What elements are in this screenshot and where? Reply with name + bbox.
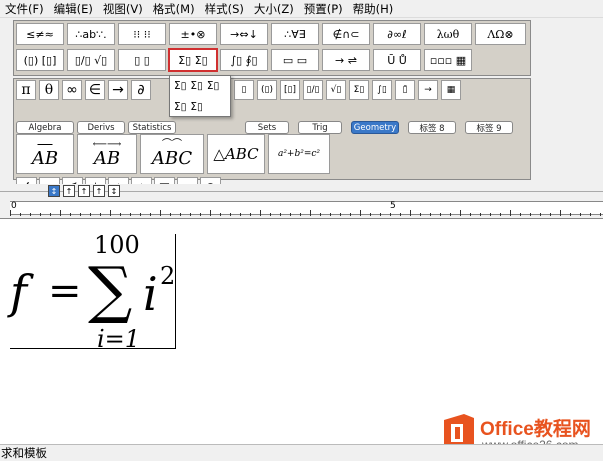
- template-pythagoras[interactable]: a²+b²=c²: [268, 134, 330, 174]
- tab-derivs[interactable]: Derivs: [77, 121, 125, 134]
- tab-label-9[interactable]: 标签 9: [465, 121, 513, 134]
- template-small-button-3[interactable]: [▯]: [280, 80, 300, 100]
- toolbar-divider: [0, 191, 603, 192]
- sum-template-option-2[interactable]: Σ▯: [190, 78, 202, 95]
- sets-palette-button[interactable]: ∉∩⊂: [322, 23, 370, 45]
- nav-collapse-button[interactable]: ↕: [108, 185, 120, 197]
- template-triangle-abc[interactable]: △ABC: [207, 134, 265, 174]
- template-small-button-7[interactable]: ∫▯: [372, 80, 392, 100]
- template-small-button-8[interactable]: ▯̄: [395, 80, 415, 100]
- template-small-button-9[interactable]: →: [418, 80, 438, 100]
- template-vector-ab[interactable]: ⟵⟶ AB: [77, 134, 137, 174]
- template-segment-ab[interactable]: ⎯⎯⎯ AB: [16, 134, 74, 174]
- matrices-palette-button[interactable]: ▫▫▫ ▦: [424, 49, 472, 71]
- menu-view[interactable]: 视图(V): [98, 0, 148, 18]
- equation-baseline-bar: [10, 348, 176, 349]
- tab-statistics[interactable]: Statistics: [128, 121, 176, 134]
- summation-palette-popup: Σ▯ Σ▯ Σ▯ Σ▯ Σ▯: [169, 75, 231, 117]
- template-vector-ab-label: AB: [93, 148, 121, 169]
- tab-geometry[interactable]: Geometry: [351, 121, 399, 134]
- menu-format[interactable]: 格式(M): [148, 0, 200, 18]
- products-palette-button[interactable]: Ū Ů: [373, 49, 421, 71]
- template-small-button-2[interactable]: (▯): [257, 80, 277, 100]
- summation-palette-button[interactable]: Σ▯ Σ▯: [168, 48, 218, 72]
- tab-label-8[interactable]: 标签 8: [408, 121, 456, 134]
- nav-expand-button[interactable]: ↕: [48, 185, 60, 197]
- subscripts-palette-button[interactable]: ▯ ▯: [118, 49, 166, 71]
- ruler-mark-0: 0: [11, 201, 17, 211]
- theta-symbol-button[interactable]: θ: [39, 80, 59, 100]
- nav-up-button-3[interactable]: ↑: [93, 185, 105, 197]
- labeled-arrows-palette-button[interactable]: → ⇌: [322, 49, 370, 71]
- equation-cursor-bar: [175, 234, 176, 349]
- right-arrow-symbol-button[interactable]: →: [108, 80, 128, 100]
- tab-sets[interactable]: Sets: [245, 121, 289, 134]
- sum-template-option-1[interactable]: Σ▯: [174, 78, 186, 95]
- template-small-button-1[interactable]: ▯: [234, 80, 254, 100]
- tab-algebra[interactable]: Algebra: [16, 121, 74, 134]
- ruler[interactable]: 0 5: [10, 201, 603, 216]
- status-text: 求和模板: [1, 446, 47, 460]
- embellishments-palette-button[interactable]: ⁝⁝ ⁝⁝: [118, 23, 166, 45]
- sum-template-option-3[interactable]: Σ▯: [207, 78, 219, 95]
- ruler-ticks: [10, 210, 601, 216]
- integrals-palette-button[interactable]: ∫▯ ∮▯: [220, 49, 268, 71]
- toolbar-area: ≤≠≈ ∴ab∵. ⁝⁝ ⁝⁝ ±•⊗ →⇔↓ ∴∀∃ ∉∩⊂ ∂∞ℓ λωθ …: [0, 18, 603, 197]
- sum-exponent: 2: [160, 262, 176, 290]
- pi-symbol-button[interactable]: π: [16, 80, 36, 100]
- fractions-palette-button[interactable]: ▯/▯ √▯: [67, 49, 115, 71]
- arrows-palette-button[interactable]: →⇔↓: [220, 23, 268, 45]
- template-small-button-6[interactable]: Σ▯: [349, 80, 369, 100]
- greek-lower-palette-button[interactable]: λωθ: [424, 23, 472, 45]
- fences-palette-button[interactable]: (▯) [▯]: [16, 49, 64, 71]
- template-small-button-10[interactable]: ▦: [441, 80, 461, 100]
- menu-preset[interactable]: 预置(P): [299, 0, 348, 18]
- menu-file[interactable]: 文件(F): [0, 0, 49, 18]
- menu-bar: 文件(F) 编辑(E) 视图(V) 格式(M) 样式(S) 大小(Z) 预置(P…: [0, 0, 603, 18]
- watermark-brand: Office教程网: [480, 419, 591, 440]
- sum-template-option-4[interactable]: Σ▯: [174, 99, 186, 116]
- ruler-mark-5: 5: [390, 201, 396, 211]
- sigma-symbol: ∑: [88, 253, 133, 326]
- bars-palette-button[interactable]: ▭ ▭: [271, 49, 319, 71]
- equation-equals: =: [48, 268, 82, 314]
- greek-upper-palette-button[interactable]: ΛΩ⊗: [475, 23, 526, 45]
- menu-style[interactable]: 样式(S): [200, 0, 249, 18]
- menu-help[interactable]: 帮助(H): [348, 0, 399, 18]
- relations-palette-button[interactable]: ≤≠≈: [16, 23, 64, 45]
- equation-lhs: f: [10, 265, 28, 319]
- nav-up-button-1[interactable]: ↑: [63, 185, 75, 197]
- sum-template-option-5[interactable]: Σ▯: [190, 99, 202, 116]
- operators-palette-button[interactable]: ±•⊗: [169, 23, 217, 45]
- menu-edit[interactable]: 编辑(E): [49, 0, 98, 18]
- template-arc-abc-label: ABC: [151, 148, 193, 169]
- nav-up-button-2[interactable]: ↑: [78, 185, 90, 197]
- spaces-palette-button[interactable]: ∴ab∵.: [67, 23, 115, 45]
- sum-term: i: [143, 267, 158, 321]
- infinity-symbol-button[interactable]: ∞: [62, 80, 82, 100]
- template-arc-abc[interactable]: ⌒⌒ ABC: [140, 134, 204, 174]
- template-segment-ab-label: AB: [31, 148, 59, 169]
- element-of-symbol-button[interactable]: ∈: [85, 80, 105, 100]
- tab-trig[interactable]: Trig: [298, 121, 342, 134]
- menu-size[interactable]: 大小(Z): [249, 0, 299, 18]
- logic-palette-button[interactable]: ∴∀∃: [271, 23, 319, 45]
- partial-symbol-button[interactable]: ∂: [131, 80, 151, 100]
- template-small-button-4[interactable]: ▯/▯: [303, 80, 323, 100]
- status-bar: 求和模板: [0, 444, 603, 461]
- template-small-button-5[interactable]: √▯: [326, 80, 346, 100]
- misc-symbols-palette-button[interactable]: ∂∞ℓ: [373, 23, 421, 45]
